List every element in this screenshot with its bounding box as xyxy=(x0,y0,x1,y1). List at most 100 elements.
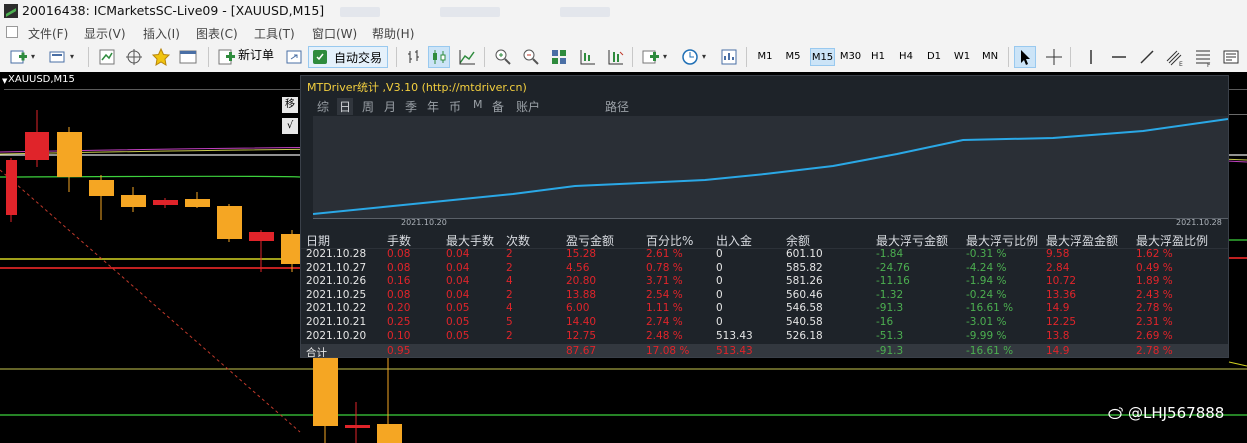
title-bar: 20016438: ICMarketsSC-Live09 - [XAUUSD,M… xyxy=(0,0,1247,23)
cell-percent: 1.11 % xyxy=(646,302,683,315)
timeframe-m15[interactable]: M15 xyxy=(810,48,835,66)
cursor-icon[interactable] xyxy=(1014,46,1036,68)
cell-count: 2 xyxy=(506,261,513,274)
cell-max-float-loss-pct: -0.24 % xyxy=(966,288,1007,301)
cell-max-lots: 0.05 xyxy=(446,329,470,342)
zoom-out-icon[interactable] xyxy=(520,46,542,68)
new-chart-icon[interactable] xyxy=(8,46,30,68)
cell-max-lots: 0.05 xyxy=(446,316,470,328)
cell-lots: 0.20 xyxy=(387,302,411,315)
cell-max-lots: 0.04 xyxy=(446,248,470,260)
timeframe-m30[interactable]: M30 xyxy=(838,48,863,66)
menu-window[interactable]: 窗口(W) xyxy=(312,25,357,42)
cell-count: 2 xyxy=(506,248,513,260)
templates-icon[interactable] xyxy=(718,46,740,68)
cell-pnl: 6.00 xyxy=(566,302,590,315)
cell-lots: 0.10 xyxy=(387,329,411,342)
timeframe-w1[interactable]: W1 xyxy=(951,48,973,66)
toolbar-separator xyxy=(1008,47,1009,67)
toolbar-separator xyxy=(396,47,397,67)
cell-balance: 560.46 xyxy=(786,288,823,301)
menu-file[interactable]: 文件(F) xyxy=(28,25,68,42)
menu-help[interactable]: 帮助(H) xyxy=(372,25,414,42)
market-watch-icon[interactable] xyxy=(96,46,118,68)
indicator-line-green xyxy=(0,175,301,178)
cell-balance: 526.18 xyxy=(786,329,823,342)
auto-trading-label: 自动交易 xyxy=(334,51,383,65)
cell-date: 2021.10.27 xyxy=(306,261,367,274)
cell-count: 4 xyxy=(506,302,513,315)
bar-chart-icon[interactable] xyxy=(403,46,425,68)
zoom-in-icon[interactable] xyxy=(492,46,514,68)
timeframe-m1[interactable]: M1 xyxy=(754,48,776,66)
cell-max-float-profit-pct: 1.62 % xyxy=(1136,248,1173,260)
cell-max-float-loss-pct: -0.31 % xyxy=(966,248,1007,260)
timeframe-mn[interactable]: MN xyxy=(979,48,1001,66)
trendline-icon[interactable] xyxy=(1136,46,1158,68)
timeframe-h1[interactable]: H1 xyxy=(867,48,889,66)
menu-tools[interactable]: 工具(T) xyxy=(254,25,295,42)
menu-view[interactable]: 显示(V) xyxy=(84,25,126,42)
menu-insert[interactable]: 插入(I) xyxy=(143,25,180,42)
cell-deposits: 0 xyxy=(716,316,723,328)
cell-balance: 581.26 xyxy=(786,275,823,288)
table-row: 2021.10.22 0.20 0.05 4 6.00 1.11 % 0 546.58 -91.… xyxy=(301,302,1228,315)
terminal-icon[interactable] xyxy=(177,46,199,68)
cell-pnl: 4.56 xyxy=(566,261,590,274)
cell-max-lots: 0.05 xyxy=(446,302,470,315)
cell-percent: 2.61 % xyxy=(646,248,683,260)
navigator-icon[interactable] xyxy=(150,46,172,68)
indicators-dropdown-icon[interactable]: ▾ xyxy=(663,46,673,68)
cell-deposits: 0 xyxy=(716,275,723,288)
cell-max-float-profit-pct: 1.89 % xyxy=(1136,275,1173,288)
horizontal-line-icon[interactable] xyxy=(1108,46,1130,68)
candlestick-chart-icon[interactable] xyxy=(428,46,450,68)
tile-windows-icon[interactable] xyxy=(548,46,570,68)
new-chart-dropdown-icon[interactable]: ▾ xyxy=(31,46,41,68)
cell-pnl: 14.40 xyxy=(566,316,597,328)
cell-percent: 3.71 % xyxy=(646,275,683,288)
new-order-button[interactable]: 新订单 xyxy=(238,46,274,63)
weibo-icon xyxy=(1108,405,1124,420)
cell-pnl: 15.28 xyxy=(566,248,597,260)
profiles-icon[interactable] xyxy=(47,46,69,68)
auto-scroll-icon[interactable] xyxy=(604,46,626,68)
side-chip-check[interactable]: √ xyxy=(282,118,298,134)
new-order-icon[interactable] xyxy=(216,46,238,68)
cell-percent: 2.74 % xyxy=(646,316,683,328)
timeframe-m5[interactable]: M5 xyxy=(782,48,804,66)
fibonacci-icon[interactable]: F xyxy=(1192,46,1214,69)
periods-clock-icon[interactable] xyxy=(679,46,701,68)
menu-charts[interactable]: 图表(C) xyxy=(196,25,238,42)
cell-date: 2021.10.22 xyxy=(306,302,367,315)
cell-lots: 0.16 xyxy=(387,275,411,288)
cell-balance: 585.82 xyxy=(786,261,823,274)
title-bar-blur xyxy=(560,7,610,17)
line-chart-icon[interactable] xyxy=(456,46,478,68)
indicator-line-yellow-right xyxy=(1228,361,1247,367)
toolbar-separator xyxy=(746,47,747,67)
cell-max-float-loss: -1.32 xyxy=(876,288,904,301)
chart-shift-icon[interactable] xyxy=(576,46,598,68)
watermark: @LHJ567888 xyxy=(1108,404,1224,422)
maximize-icon[interactable] xyxy=(283,46,305,68)
side-chip-move[interactable]: 移 xyxy=(282,97,298,113)
timeframe-h4[interactable]: H4 xyxy=(895,48,917,66)
toolbar-separator xyxy=(1070,47,1071,67)
vertical-line-icon[interactable] xyxy=(1080,46,1102,68)
cell-deposits: 0 xyxy=(716,288,723,301)
timeframe-d1[interactable]: D1 xyxy=(923,48,945,66)
total-pnl: 87.67 xyxy=(566,345,597,357)
profiles-dropdown-icon[interactable]: ▾ xyxy=(70,46,80,68)
data-window-icon[interactable] xyxy=(123,46,145,68)
indicators-icon[interactable] xyxy=(640,46,662,68)
toolbar-separator xyxy=(484,47,485,67)
svg-text:E: E xyxy=(1179,61,1183,68)
cell-pnl: 12.75 xyxy=(566,329,597,342)
periods-dropdown-icon[interactable]: ▾ xyxy=(702,46,712,68)
equidistant-channel-icon[interactable]: E xyxy=(1164,46,1186,68)
auto-trading-button[interactable]: 自动交易 xyxy=(308,46,388,68)
text-label-icon[interactable] xyxy=(1220,46,1242,68)
crosshair-icon[interactable] xyxy=(1043,46,1065,68)
dashed-trendline xyxy=(0,169,301,433)
